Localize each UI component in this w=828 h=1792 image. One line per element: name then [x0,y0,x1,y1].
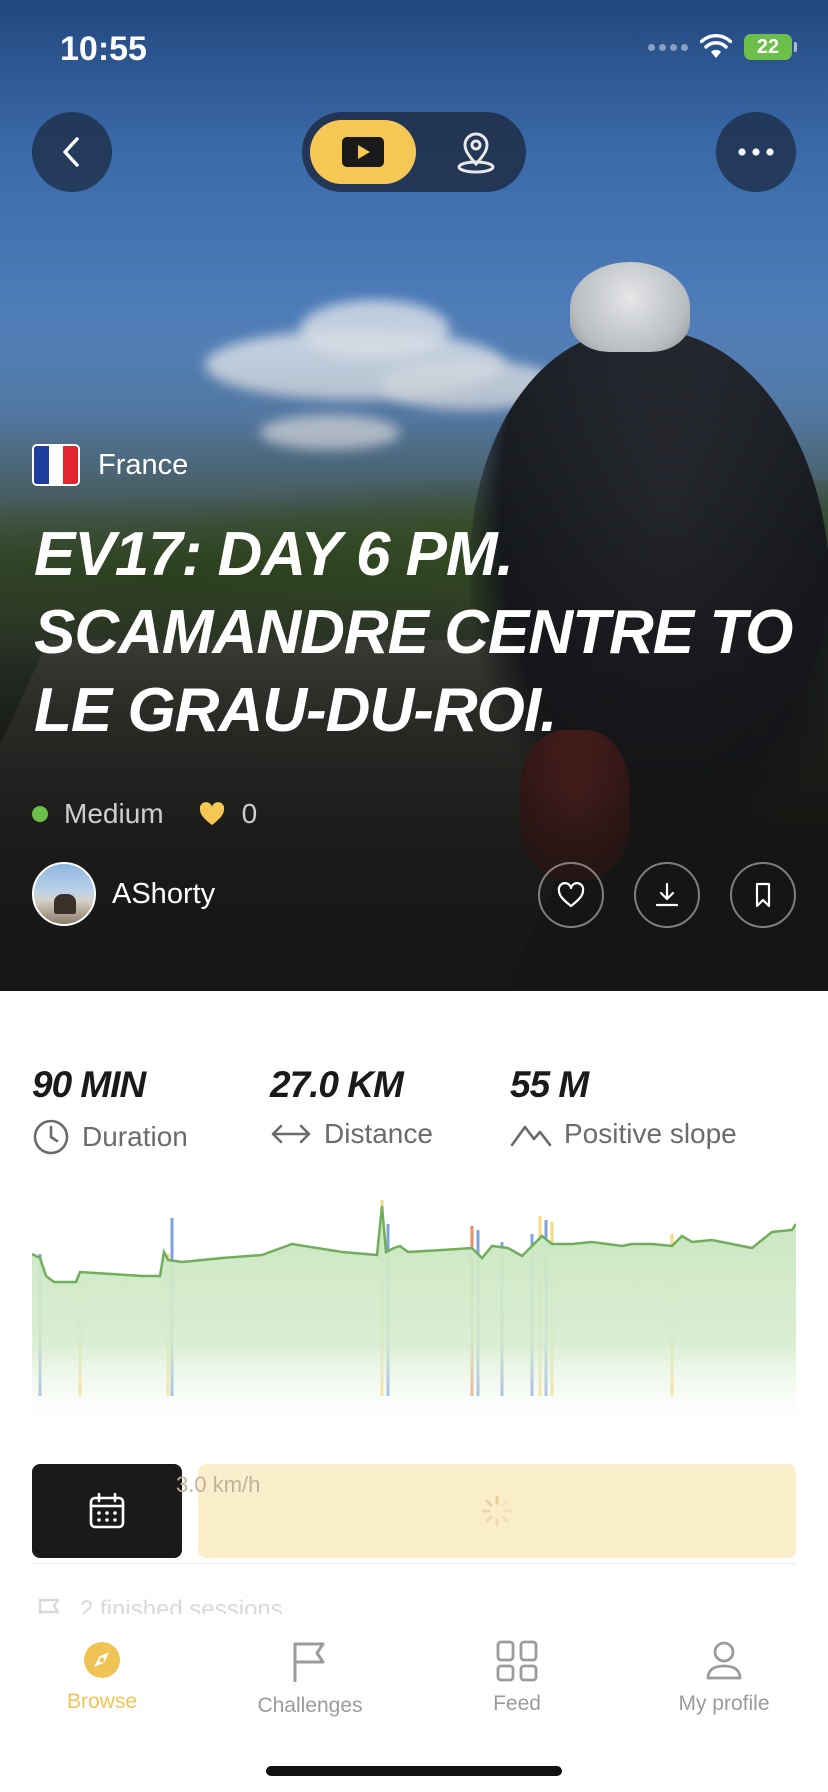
clock-icon [33,1119,69,1155]
home-indicator [266,1766,562,1776]
map-view-button[interactable] [434,120,518,184]
compass-icon [84,1642,120,1678]
difficulty-indicator-icon [32,806,48,822]
like-button[interactable] [538,862,604,928]
calendar-icon [89,1492,125,1529]
route-country: France [32,444,188,486]
tab-challenges[interactable]: Challenges [210,1640,410,1718]
divider [32,1563,796,1564]
play-icon [342,137,384,167]
difficulty-label: Medium [64,798,164,829]
view-toggle [302,112,526,192]
stat-label-row: Distance [270,1118,433,1150]
calendar-button[interactable] [32,1464,182,1558]
tab-browse[interactable]: Browse [2,1640,202,1714]
video-view-button[interactable] [310,120,416,184]
tab-label: Browse [66,1690,138,1713]
tab-label: Challenges [257,1694,363,1717]
stat-label-row: Positive slope [510,1118,737,1150]
avatar [32,862,96,926]
elevation-profile-chart[interactable] [32,1196,796,1436]
france-flag-icon [32,444,80,486]
more-options-button[interactable] [716,112,796,192]
stat-value: 90 MIN [32,1064,146,1105]
likes-count: 0 [241,798,258,829]
start-session-button[interactable] [198,1464,796,1558]
grid-icon [496,1640,538,1682]
stat-value: 27.0 KM [270,1064,404,1105]
download-icon [655,882,679,907]
stat-duration: 90 MIN Duration [32,1064,188,1156]
country-name: France [98,448,189,481]
tab-feed[interactable]: Feed [417,1640,617,1716]
stat-value: 55 M [510,1064,589,1105]
stat-label: Duration [82,1121,188,1152]
stat-positive-slope: 55 M Positive slope [510,1064,737,1150]
stat-label-row: Duration [32,1118,188,1156]
tab-my-profile[interactable]: My profile [624,1640,824,1716]
wifi-icon [700,34,732,58]
route-meta: Medium 0 [32,798,257,830]
author-profile-link[interactable]: AShorty [32,862,215,926]
back-button[interactable] [32,112,112,192]
mountain-icon [510,1125,552,1147]
stat-label: Positive slope [564,1118,737,1149]
more-horizontal-icon [738,148,774,156]
arrows-horizontal-icon [271,1124,311,1144]
battery-level: 22 [756,35,780,58]
cellular-signal-icon [648,43,688,51]
status-indicators: 22 [648,34,797,60]
speed-readout: 3.0 km/h [176,1472,261,1497]
author-name: AShorty [112,877,216,910]
route-title: EV17: Day 6 PM. Scamandre Centre to Le G… [34,520,793,745]
user-icon [706,1641,742,1680]
bookmark-icon [755,882,771,908]
battery-icon: 22 [744,34,797,60]
tab-label: My profile [678,1692,770,1715]
elevation-area [32,1206,796,1436]
tab-label: Feed [493,1692,541,1715]
status-time: 10:55 [60,30,147,68]
chevron-left-icon [63,137,79,167]
bookmark-button[interactable] [730,862,796,928]
stat-distance: 27.0 KM Distance [270,1064,433,1150]
heart-filled-icon [199,802,224,825]
spinner-icon [481,1495,513,1527]
heart-icon [557,882,585,908]
map-pin-icon [457,132,495,174]
stat-label: Distance [324,1118,433,1149]
flag-icon [293,1642,325,1682]
download-button[interactable] [634,862,700,928]
